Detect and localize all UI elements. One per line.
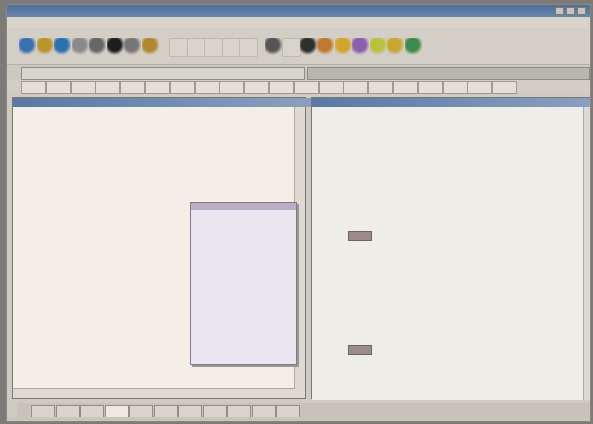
underline-icon[interactable] xyxy=(317,38,334,55)
autocomplete-item[interactable] xyxy=(191,291,296,298)
tag-button[interactable] xyxy=(70,81,96,94)
autocomplete-list[interactable] xyxy=(190,202,297,365)
blank-icon[interactable] xyxy=(239,38,258,57)
form-icon[interactable] xyxy=(387,38,404,55)
autocomplete-item[interactable] xyxy=(191,239,296,246)
autocomplete-item[interactable] xyxy=(191,305,296,312)
menu-item[interactable] xyxy=(87,20,107,22)
document-tab[interactable] xyxy=(21,67,305,80)
undo-icon[interactable] xyxy=(141,38,159,55)
tag-button[interactable] xyxy=(120,81,146,94)
tag-button[interactable] xyxy=(95,81,121,94)
tag-button[interactable] xyxy=(318,81,344,94)
bold-icon[interactable] xyxy=(264,38,282,55)
autocomplete-item[interactable] xyxy=(191,342,296,349)
print-icon[interactable] xyxy=(89,38,106,55)
blank-icon[interactable] xyxy=(282,38,301,57)
tag-button[interactable] xyxy=(343,81,369,94)
find-icon[interactable] xyxy=(106,38,124,55)
close-button[interactable] xyxy=(577,7,586,15)
tag-button[interactable] xyxy=(442,81,468,94)
open-icon[interactable] xyxy=(36,38,54,55)
autocomplete-item[interactable] xyxy=(191,283,296,290)
toolbar xyxy=(7,28,590,65)
tag-button-bar xyxy=(7,80,590,94)
autocomplete-item[interactable] xyxy=(191,210,296,217)
menu-item[interactable] xyxy=(107,20,127,22)
autocomplete-item[interactable] xyxy=(191,247,296,254)
autocomplete-item[interactable] xyxy=(191,218,296,225)
preview-pane xyxy=(311,97,590,400)
autocomplete-item[interactable] xyxy=(191,225,296,232)
autocomplete-item[interactable] xyxy=(191,320,296,327)
tag-button[interactable] xyxy=(269,81,294,94)
image-icon[interactable] xyxy=(352,38,369,55)
preview-scrollbar[interactable] xyxy=(583,107,590,400)
blank-icon[interactable] xyxy=(169,38,188,57)
tag-button[interactable] xyxy=(417,81,443,94)
link-icon[interactable] xyxy=(334,38,352,55)
blank-icon[interactable] xyxy=(186,38,206,57)
blank-icon[interactable] xyxy=(221,38,241,57)
new-icon[interactable] xyxy=(19,38,36,55)
tag-button[interactable] xyxy=(194,81,220,94)
tag-button[interactable] xyxy=(393,81,418,94)
autocomplete-item[interactable] xyxy=(191,232,296,239)
tag-button[interactable] xyxy=(293,81,319,94)
autocomplete-item[interactable] xyxy=(191,349,296,356)
title-bar xyxy=(7,5,590,17)
menu-item[interactable] xyxy=(7,20,27,22)
table-icon[interactable] xyxy=(369,38,387,55)
view-icon[interactable] xyxy=(124,38,141,55)
autocomplete-item[interactable] xyxy=(191,269,296,276)
source-horizontal-scrollbar[interactable] xyxy=(13,388,295,398)
view-tabs xyxy=(17,403,590,418)
status-bar xyxy=(7,417,590,421)
autocomplete-item[interactable] xyxy=(191,276,296,283)
tag-button[interactable] xyxy=(244,81,270,94)
menu-item[interactable] xyxy=(67,20,87,22)
cut-icon[interactable] xyxy=(71,38,89,55)
tag-button[interactable] xyxy=(467,81,493,94)
preview-pane-title xyxy=(312,98,590,107)
autocomplete-item[interactable] xyxy=(191,356,296,363)
frame-icon[interactable] xyxy=(404,38,422,55)
menu-item[interactable] xyxy=(127,20,147,22)
menu-item[interactable] xyxy=(27,20,47,22)
menu-bar xyxy=(7,17,590,28)
tag-button[interactable] xyxy=(492,81,518,94)
italic-icon[interactable] xyxy=(299,38,317,55)
document-tabs xyxy=(7,65,590,80)
autocomplete-item[interactable] xyxy=(191,334,296,341)
tag-button[interactable] xyxy=(145,81,170,94)
application-window xyxy=(6,4,591,422)
tag-button[interactable] xyxy=(169,81,195,94)
autocomplete-item[interactable] xyxy=(191,261,296,268)
autocomplete-item[interactable] xyxy=(191,298,296,305)
tag-button[interactable] xyxy=(21,81,46,94)
preview-content xyxy=(312,107,586,400)
autocomplete-item[interactable] xyxy=(191,327,296,334)
autocomplete-item[interactable] xyxy=(191,254,296,261)
paragraph-marker-icon xyxy=(348,345,372,355)
maximize-button[interactable] xyxy=(566,7,575,15)
tag-button[interactable] xyxy=(219,81,245,94)
minimize-button[interactable] xyxy=(555,7,564,15)
document-tab[interactable] xyxy=(307,67,590,80)
autocomplete-item[interactable] xyxy=(191,203,296,211)
tag-button[interactable] xyxy=(45,81,71,94)
tag-button[interactable] xyxy=(368,81,394,94)
menu-item[interactable] xyxy=(147,20,167,22)
blank-icon[interactable] xyxy=(204,38,223,57)
save-icon[interactable] xyxy=(54,38,71,55)
source-pane-title xyxy=(13,98,315,107)
autocomplete-item[interactable] xyxy=(191,312,296,319)
paragraph-marker-icon xyxy=(348,231,372,241)
menu-item[interactable] xyxy=(47,20,67,22)
